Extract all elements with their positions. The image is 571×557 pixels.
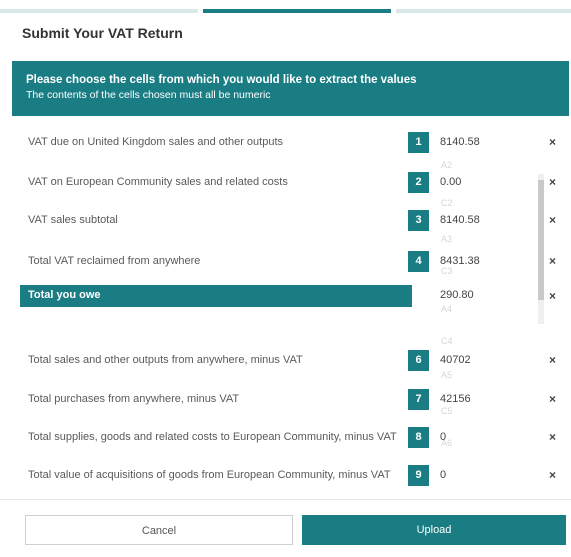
cell-value-field[interactable]: 0 (440, 431, 446, 443)
cell-value-field[interactable]: 290.80 (440, 289, 474, 301)
dialog-title: Submit Your VAT Return (22, 25, 183, 41)
clear-icon[interactable]: × (549, 254, 556, 268)
footer-divider (0, 499, 571, 500)
tab-indicator-active[interactable] (203, 9, 391, 13)
box-number-badge[interactable]: 6 (408, 350, 429, 371)
vat-box-row-9: Total value of acquisitions of goods fro… (0, 456, 571, 496)
vat-box-row-4: Total VAT reclaimed from anywhere 4 8431… (0, 242, 571, 282)
vat-box-row-2: VAT on European Community sales and rela… (0, 163, 571, 203)
clear-icon[interactable]: × (549, 392, 556, 406)
row-label: VAT on European Community sales and rela… (28, 176, 288, 188)
box-number-badge[interactable]: 3 (408, 210, 429, 231)
box-number-badge[interactable]: 4 (408, 251, 429, 272)
clear-icon[interactable]: × (549, 468, 556, 482)
vat-return-dialog: Submit Your VAT Return Please choose the… (0, 14, 571, 557)
row-label: Total value of acquisitions of goods fro… (28, 469, 391, 481)
vat-box-row-3: VAT sales subtotal 3 8140.58 × (0, 201, 571, 241)
row-label: Total purchases from anywhere, minus VAT (28, 393, 240, 405)
cell-value-field[interactable]: 0.00 (440, 176, 461, 188)
clear-icon[interactable]: × (549, 289, 556, 303)
banner-line-1: Please choose the cells from which you w… (26, 74, 417, 86)
clear-icon[interactable]: × (549, 353, 556, 367)
tab-strip (0, 0, 571, 14)
row-label: Total you owe (28, 289, 101, 301)
vat-box-row-5: Total you owe 5 290.80 × (0, 280, 571, 320)
upload-button[interactable]: Upload (302, 515, 566, 545)
box-number-badge[interactable]: 9 (408, 465, 429, 486)
cancel-button[interactable]: Cancel (25, 515, 293, 545)
cell-value-field[interactable]: 0 (440, 469, 446, 481)
cell-value-field[interactable]: 8140.58 (440, 136, 480, 148)
clear-icon[interactable]: × (549, 175, 556, 189)
cell-value-field[interactable]: 40702 (440, 354, 471, 366)
row-label: VAT due on United Kingdom sales and othe… (28, 136, 283, 148)
cell-value-field[interactable]: 8140.58 (440, 214, 480, 226)
row-label: Total VAT reclaimed from anywhere (28, 255, 201, 267)
box-number-badge[interactable]: 7 (408, 389, 429, 410)
box-number-badge[interactable]: 2 (408, 172, 429, 193)
clear-icon[interactable]: × (549, 430, 556, 444)
box-number-badge[interactable]: 8 (408, 427, 429, 448)
clear-icon[interactable]: × (549, 213, 556, 227)
instructions-banner: Please choose the cells from which you w… (12, 61, 569, 116)
row-label: VAT sales subtotal (28, 214, 118, 226)
row-label: Total supplies, goods and related costs … (28, 431, 397, 443)
box-number-badge[interactable]: 5 (408, 285, 429, 306)
banner-line-2: The contents of the cells chosen must al… (26, 89, 271, 101)
vat-box-row-8: Total supplies, goods and related costs … (0, 418, 571, 458)
vat-box-row-1: VAT due on United Kingdom sales and othe… (0, 123, 571, 163)
tab-indicator[interactable] (0, 9, 198, 13)
vat-box-row-7: Total purchases from anywhere, minus VAT… (0, 380, 571, 420)
clear-icon[interactable]: × (549, 135, 556, 149)
box-number-badge[interactable]: 1 (408, 132, 429, 153)
cell-value-field[interactable]: 42156 (440, 393, 471, 405)
tab-indicator[interactable] (396, 9, 571, 13)
row-label: Total sales and other outputs from anywh… (28, 354, 303, 366)
cell-value-field[interactable]: 8431.38 (440, 255, 480, 267)
vat-box-row-6: Total sales and other outputs from anywh… (0, 341, 571, 381)
